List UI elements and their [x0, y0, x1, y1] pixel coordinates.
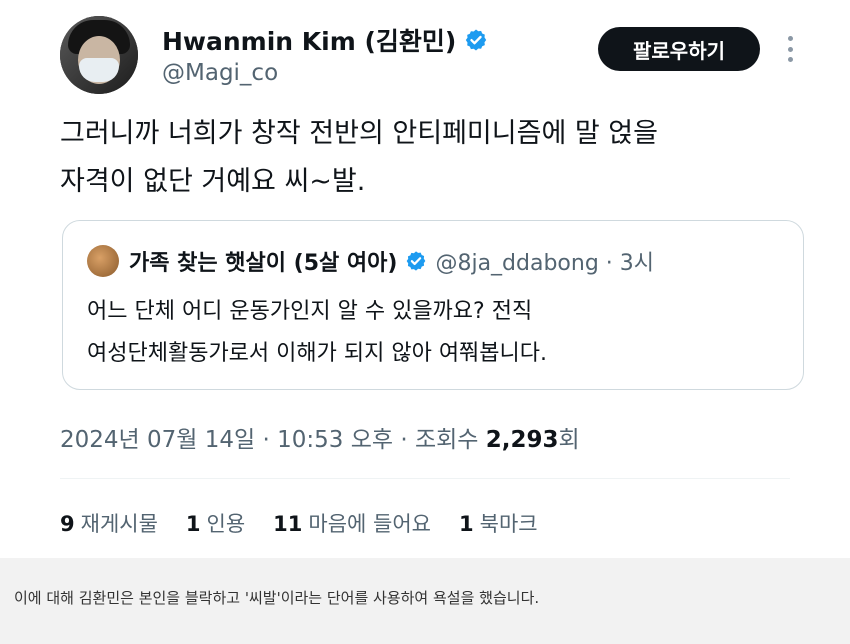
stat-quotes[interactable]: 1 인용 — [186, 508, 245, 538]
author-name[interactable]: Hwanmin Kim (김환민) — [162, 22, 456, 58]
stat-count: 9 — [60, 512, 75, 536]
verified-badge-icon — [466, 29, 487, 51]
more-options-icon[interactable] — [780, 36, 800, 62]
stat-count: 1 — [185, 512, 201, 536]
author-avatar[interactable] — [60, 16, 138, 94]
tweet-datetime[interactable]: 2024년 07월 14일 · 10:53 오후 · 조회수 — [60, 427, 486, 453]
stat-label: 인용 — [206, 512, 246, 536]
quoted-author-handle: @8ja_ddabong · 3시 — [435, 251, 655, 276]
stat-reposts[interactable]: 9 재게시물 — [60, 508, 158, 538]
tweet-card: Hwanmin Kim (김환민) @Magi_co 팔로우하기 그러니까 너희… — [0, 0, 850, 558]
quoted-tweet[interactable]: 가족 찾는 햇살이 (5살 여아) @8ja_ddabong · 3시 어느 단… — [62, 220, 804, 390]
stat-label: 북마크 — [479, 512, 538, 536]
engagement-stats: 9 재게시물 1 인용 11 마음에 들어요 1 북마크 — [60, 508, 566, 538]
tweet-text-line: 자격이 없단 거예요 씨~발. — [60, 166, 366, 197]
view-count: 2,293 — [485, 427, 559, 453]
quoted-text: 어느 단체 어디 운동가인지 알 수 있을까요? 전직 여성단체활동가로서 이해… — [87, 291, 777, 375]
divider — [60, 478, 790, 479]
verified-badge-icon — [407, 251, 426, 271]
more-dot — [787, 36, 793, 41]
more-dot — [787, 57, 793, 62]
tweet-text: 그러니까 너희가 창작 전반의 안티페미니즘에 말 얹을 자격이 없단 거예요 … — [60, 110, 780, 206]
stat-label: 마음에 들어요 — [308, 512, 432, 536]
quoted-text-line: 어느 단체 어디 운동가인지 알 수 있을까요? 전직 — [87, 299, 533, 324]
author-handle[interactable]: @Magi_co — [162, 60, 278, 86]
author-name-row: Hwanmin Kim (김환민) — [162, 22, 488, 58]
stat-count: 1 — [459, 512, 474, 536]
quoted-text-line: 여성단체활동가로서 이해가 되지 않아 여쭤봅니다. — [87, 341, 548, 366]
quoted-avatar — [87, 245, 119, 277]
more-dot — [787, 46, 793, 52]
tweet-meta: 2024년 07월 14일 · 10:53 오후 · 조회수 2,293회 — [60, 420, 580, 454]
stat-label: 재게시물 — [80, 512, 158, 536]
stat-bookmarks[interactable]: 1 북마크 — [459, 508, 538, 538]
view-suffix: 회 — [558, 427, 580, 453]
quoted-header: 가족 찾는 햇살이 (5살 여아) @8ja_ddabong · 3시 — [87, 243, 654, 279]
tweet-text-line: 그러니까 너희가 창작 전반의 안티페미니즘에 말 얹을 — [60, 118, 658, 149]
stat-likes[interactable]: 11 마음에 들어요 — [273, 508, 431, 538]
article-caption: 이에 대해 김환민은 본인을 블락하고 '씨발'이라는 단어를 사용하여 욕설을… — [14, 589, 540, 607]
follow-button[interactable]: 팔로우하기 — [598, 27, 760, 71]
quoted-author-name: 가족 찾는 햇살이 (5살 여아) — [129, 251, 398, 276]
stat-count: 11 — [273, 512, 303, 536]
avatar-mask — [79, 58, 119, 82]
